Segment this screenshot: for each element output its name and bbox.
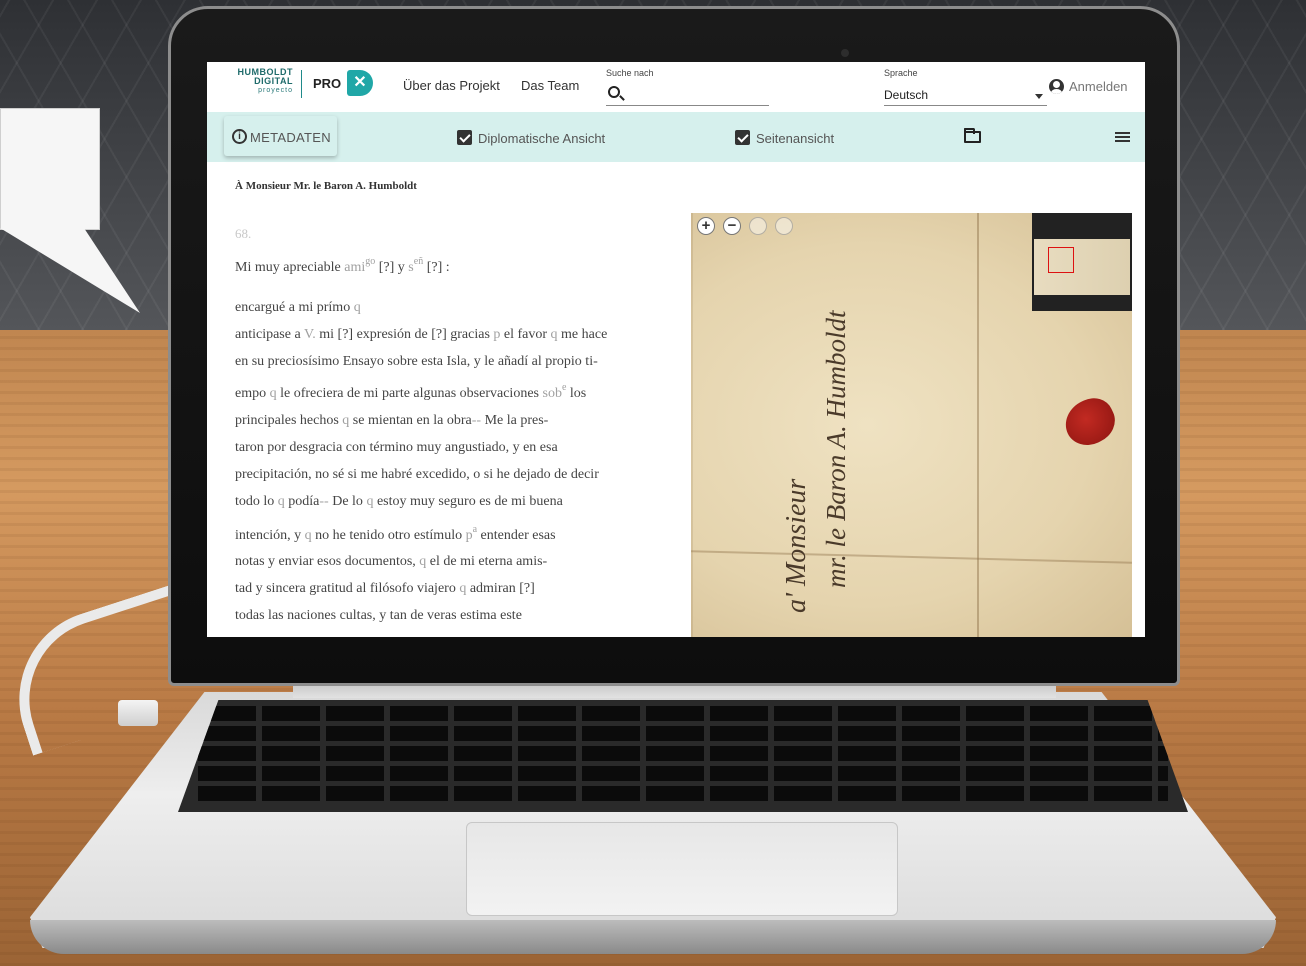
language-label: Sprache	[884, 68, 918, 78]
navigator-thumbnail	[1034, 239, 1130, 295]
app-screen: HUMBOLDT DIGITAL proyecto PRO ✕ Über das…	[207, 62, 1145, 637]
language-selected-value: Deutsch	[884, 88, 929, 102]
logo-divider	[301, 70, 302, 98]
nav-link-team[interactable]: Das Team	[521, 78, 579, 93]
paper-fold-vertical	[977, 213, 979, 637]
metadata-button[interactable]: i METADATEN	[224, 116, 337, 156]
cable-plug	[118, 700, 158, 726]
humboldt-digital-logo[interactable]: HUMBOLDT DIGITAL proyecto	[227, 68, 293, 100]
text-line: todo lo q podía-- De lo q estoy muy segu…	[235, 494, 563, 509]
paper-fold-horizontal	[691, 550, 1132, 564]
line-number: 68.	[235, 226, 252, 241]
language-select[interactable]: Deutsch	[884, 84, 1047, 106]
navigator-panel[interactable]	[1032, 213, 1132, 311]
text-line: empo q le ofreciera de mi parte algunas …	[235, 382, 587, 401]
view-toolbar: i METADATEN Diplomatische Ansicht Seiten…	[207, 112, 1145, 162]
laptop-base-front	[30, 920, 1276, 954]
laptop-trackpad	[466, 822, 898, 916]
user-circle-icon	[1049, 79, 1064, 94]
search-icon[interactable]	[608, 86, 620, 98]
login-label: Anmelden	[1069, 79, 1128, 94]
salutation-line: Mi muy apreciable amigo [?] y señ [?] :	[235, 256, 450, 275]
zoom-in-icon[interactable]: +	[697, 217, 715, 235]
webcam-icon	[841, 49, 849, 57]
document-title: À Monsieur Mr. le Baron A. Humboldt	[235, 180, 417, 192]
menu-icon[interactable]	[1115, 132, 1130, 143]
search-label: Suche nach	[606, 68, 654, 78]
pro-label: PRO	[313, 76, 342, 91]
text-line: todas las naciones cultas, y tan de vera…	[235, 608, 522, 623]
zoom-out-icon[interactable]: −	[723, 217, 741, 235]
laptop-keyboard	[178, 700, 1188, 812]
home-icon[interactable]	[749, 217, 767, 235]
page-view-checkbox[interactable]	[735, 130, 750, 145]
text-line: en su preciosísimo Ensayo sobre esta Isl…	[235, 354, 598, 369]
metadata-label: METADATEN	[250, 130, 331, 145]
text-line: precipitación, no sé si me habré excedid…	[235, 467, 599, 482]
text-line: principales hechos q se mientan en la ob…	[235, 413, 549, 428]
navigator-viewport[interactable]	[1048, 247, 1074, 273]
folder-icon[interactable]	[964, 128, 981, 143]
text-line: anticipase a V. mi [?] expresión de [?] …	[235, 327, 608, 342]
diplomatic-view-checkbox[interactable]	[457, 130, 472, 145]
handwriting-line-1: a' Monsieur	[781, 478, 812, 613]
caret-down-icon	[1035, 94, 1043, 99]
diplomatic-transcription: 68. Mi muy apreciable amigo [?] y señ [?…	[235, 222, 691, 623]
page-view-label[interactable]: Seitenansicht	[756, 131, 834, 146]
logo-line-3: proyecto	[258, 87, 293, 94]
logo-line-2: DIGITAL	[254, 76, 293, 86]
text-line: encargué a mi prímo q	[235, 300, 361, 315]
text-line: intención, y q no he tenido otro estímul…	[235, 524, 556, 543]
facsimile-viewer[interactable]: a' Monsieur mr. le Baron A. Humboldt + −	[691, 213, 1132, 637]
handwriting-line-2: mr. le Baron A. Humboldt	[821, 310, 851, 588]
diplomatic-view-label[interactable]: Diplomatische Ansicht	[478, 131, 605, 146]
text-line: taron por desgracia con término muy angu…	[235, 440, 558, 455]
search-field[interactable]	[606, 82, 769, 106]
text-line: tad y sincera gratitud al filósofo viaje…	[235, 581, 535, 596]
text-line: notas y enviar esos documentos, q el de …	[235, 554, 548, 569]
info-icon: i	[232, 129, 247, 144]
top-navigation-bar: HUMBOLDT DIGITAL proyecto PRO ✕ Über das…	[207, 62, 1145, 112]
pro-logo-icon: ✕	[347, 70, 373, 96]
fullscreen-icon[interactable]	[775, 217, 793, 235]
wax-seal	[1058, 391, 1122, 453]
search-input[interactable]	[628, 82, 766, 104]
nav-link-about[interactable]: Über das Projekt	[403, 78, 500, 93]
speech-bubble	[0, 108, 100, 230]
